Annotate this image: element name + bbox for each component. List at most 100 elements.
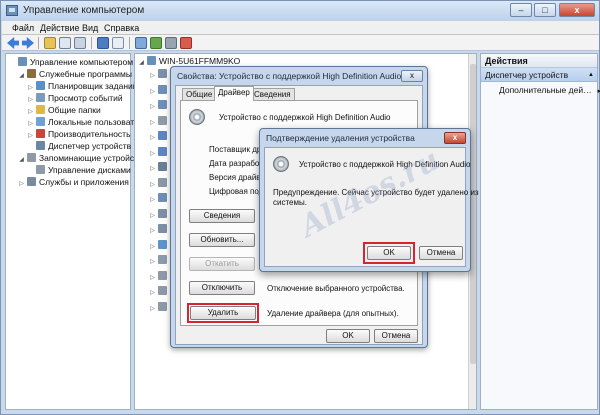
rollback-button[interactable]: Откатить xyxy=(189,257,255,271)
expand-icon[interactable]: ▷ xyxy=(149,180,156,191)
close-button[interactable]: x xyxy=(559,3,595,17)
uninstall-button[interactable]: Удалить xyxy=(190,306,256,320)
expand-icon[interactable]: ◢ xyxy=(18,155,25,166)
properties-panel-icon[interactable] xyxy=(74,37,86,49)
expand-icon[interactable]: ▷ xyxy=(149,71,156,82)
tree-item[interactable]: ◢ Служебные программы xyxy=(18,69,132,80)
tree-item-label: Локальные пользовате xyxy=(48,117,139,127)
tree-node-icon xyxy=(36,141,45,150)
tree-item-label: Службы и приложения xyxy=(39,177,129,187)
menu-action[interactable]: Действие xyxy=(40,23,80,33)
tree-item[interactable]: ▷ Локальные пользовате xyxy=(27,117,139,128)
tree-node-icon xyxy=(36,105,45,114)
tree-item[interactable]: Управление компьютером (л xyxy=(9,57,143,68)
computer-icon xyxy=(147,56,156,65)
tree-item[interactable]: ▷ Просмотр событий xyxy=(27,93,123,104)
expand-icon[interactable]: ▷ xyxy=(149,195,156,206)
device-category-icon xyxy=(158,115,167,125)
back-icon[interactable] xyxy=(7,37,19,49)
expand-icon[interactable]: ▷ xyxy=(149,226,156,237)
expand-icon[interactable]: ▷ xyxy=(149,149,156,160)
expand-icon[interactable]: ▷ xyxy=(149,288,156,299)
expand-icon[interactable]: ▷ xyxy=(149,242,156,253)
properties-close-button[interactable]: x xyxy=(401,70,423,82)
confirm-cancel-button[interactable]: Отмена xyxy=(419,246,463,260)
details-button[interactable]: Сведения xyxy=(189,209,255,223)
field-date: Дата разработк xyxy=(209,159,267,168)
toolbar xyxy=(2,35,599,51)
scan-hardware-icon[interactable] xyxy=(135,37,147,49)
tree-item[interactable]: Управление дисками xyxy=(27,165,131,176)
expand-icon[interactable]: ▷ xyxy=(149,273,156,284)
tree-item[interactable]: ▷ Общие папки xyxy=(27,105,101,116)
tree-item-label: Просмотр событий xyxy=(48,93,123,103)
tree-item-label: Управление дисками xyxy=(48,165,131,175)
expand-icon[interactable]: ▷ xyxy=(149,102,156,113)
actions-pane: Действия Диспетчер устройств Дополнитель… xyxy=(480,53,598,410)
expand-icon[interactable]: ▷ xyxy=(149,304,156,315)
tab-driver[interactable]: Драйвер xyxy=(214,86,254,101)
confirm-close-button[interactable]: x xyxy=(444,132,466,144)
maximize-button[interactable]: □ xyxy=(534,3,556,17)
tree-node-icon xyxy=(27,177,36,186)
device-name: Устройство с поддержкой High Definition … xyxy=(219,113,391,122)
tab-details[interactable]: Сведения xyxy=(250,88,295,100)
tree-item[interactable]: ▷ Производительность xyxy=(27,129,131,140)
confirm-warning-line2: системы. xyxy=(273,198,307,207)
help-icon[interactable] xyxy=(97,37,109,49)
toolbar-separator xyxy=(91,37,92,49)
device-category-icon xyxy=(158,193,167,202)
device-category-icon xyxy=(158,270,167,280)
tree-item[interactable]: ▷ Планировщик заданий xyxy=(27,81,138,92)
expand-icon[interactable]: ▷ xyxy=(149,118,156,129)
expand-icon[interactable]: ▷ xyxy=(149,257,156,268)
console-tree: Управление компьютером (л ◢ Служебные прог… xyxy=(5,53,143,410)
device-category-icon xyxy=(158,131,167,140)
title-bar[interactable]: Управление компьютером – □ x xyxy=(1,1,599,21)
device-root-label: WIN-5U61FFMM9KO xyxy=(159,56,241,66)
actions-device-manager[interactable]: Диспетчер устройств xyxy=(481,68,597,82)
tree-item[interactable]: ▷ Службы и приложения xyxy=(18,177,129,188)
device-category-icon xyxy=(158,162,167,171)
view-icon[interactable] xyxy=(112,37,124,49)
tree-node-icon xyxy=(27,69,36,78)
tree-node-icon xyxy=(36,165,45,174)
more-actions-link[interactable]: Дополнительные дей… xyxy=(499,85,600,95)
expand-icon[interactable]: ▷ xyxy=(149,211,156,222)
expand-icon[interactable]: ▷ xyxy=(149,164,156,175)
tree-item[interactable]: Диспетчер устройств xyxy=(27,141,131,152)
properties-title: Свойства: Устройство с поддержкой High D… xyxy=(177,71,402,81)
up-folder-icon[interactable] xyxy=(44,37,56,49)
expand-icon[interactable]: ◢ xyxy=(18,71,25,82)
confirm-ok-button[interactable]: OK xyxy=(367,246,411,260)
show-hide-tree-icon[interactable] xyxy=(59,37,71,49)
collapse-icon[interactable]: ◢ xyxy=(138,58,145,69)
tree-item-label: Производительность xyxy=(48,129,131,139)
device-category-icon xyxy=(158,84,167,94)
forward-icon[interactable] xyxy=(22,37,34,49)
update-driver-icon[interactable] xyxy=(150,37,162,49)
disable-button[interactable]: Отключить xyxy=(189,281,255,295)
confirm-device-name: Устройство с поддержкой High Definition … xyxy=(299,160,471,169)
device-category-icon xyxy=(158,239,167,249)
confirm-body: Устройство с поддержкой High Definition … xyxy=(264,147,479,267)
menu-file[interactable]: Файл xyxy=(12,23,34,33)
uninstall-device-icon[interactable] xyxy=(180,37,192,49)
expand-icon[interactable]: ▷ xyxy=(149,133,156,144)
expand-icon[interactable]: ▷ xyxy=(149,87,156,98)
tab-general[interactable]: Общие xyxy=(182,88,217,100)
device-category-icon xyxy=(158,69,167,78)
expand-icon[interactable]: ▷ xyxy=(18,179,25,190)
disable-device-icon[interactable] xyxy=(165,37,177,49)
properties-cancel-button[interactable]: Отмена xyxy=(374,329,418,343)
tree-item-label: Управление компьютером (л xyxy=(30,57,144,67)
minimize-button[interactable]: – xyxy=(510,3,532,17)
menu-help[interactable]: Справка xyxy=(104,23,139,33)
tree-item-label: Планировщик заданий xyxy=(48,81,138,91)
update-driver-button[interactable]: Обновить... xyxy=(189,233,255,247)
speaker-icon xyxy=(189,109,205,125)
tree-item[interactable]: ◢ Запоминающие устройст xyxy=(18,153,138,164)
properties-ok-button[interactable]: OK xyxy=(326,329,370,343)
device-category-icon xyxy=(158,255,167,264)
menu-view[interactable]: Вид xyxy=(82,23,98,33)
